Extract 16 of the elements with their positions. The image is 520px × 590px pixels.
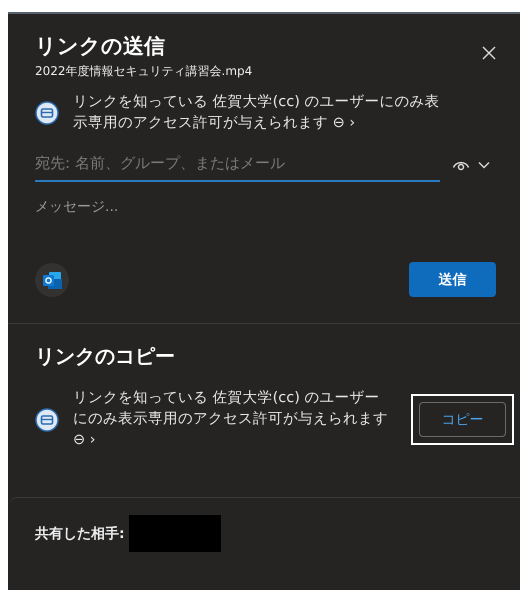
shared-with-label: 共有した相手: bbox=[35, 524, 125, 542]
message-field[interactable]: メッセージ... bbox=[35, 198, 475, 262]
eye-icon bbox=[452, 159, 470, 171]
briefcase-icon bbox=[35, 408, 59, 432]
chevron-down-icon bbox=[478, 161, 490, 169]
close-icon bbox=[482, 46, 496, 60]
access-note: リンクを知っている 佐賀大学(cc) のユーザーにのみ表示専用のアクセス許可が与えられます ⊖ › bbox=[73, 93, 440, 133]
access-note: リンクを知っている 佐賀大学(cc) のユーザーにのみ表示専用のアクセス許可が与えられます ⊖ › bbox=[73, 389, 389, 450]
mail-app-icon[interactable] bbox=[35, 262, 69, 296]
send-button[interactable]: 送信 bbox=[409, 262, 496, 297]
copy-button[interactable]: コピー bbox=[419, 402, 506, 437]
recipient-field[interactable]: 宛先: 名前、グループ、またはメール bbox=[35, 148, 440, 182]
panel-title: リンクの送信 bbox=[35, 33, 166, 60]
file-name: 2022年度情報セキュリティ講習会.mp4 bbox=[35, 63, 252, 80]
briefcase-icon bbox=[35, 101, 59, 125]
section-title: リンクのコピー bbox=[35, 343, 176, 370]
